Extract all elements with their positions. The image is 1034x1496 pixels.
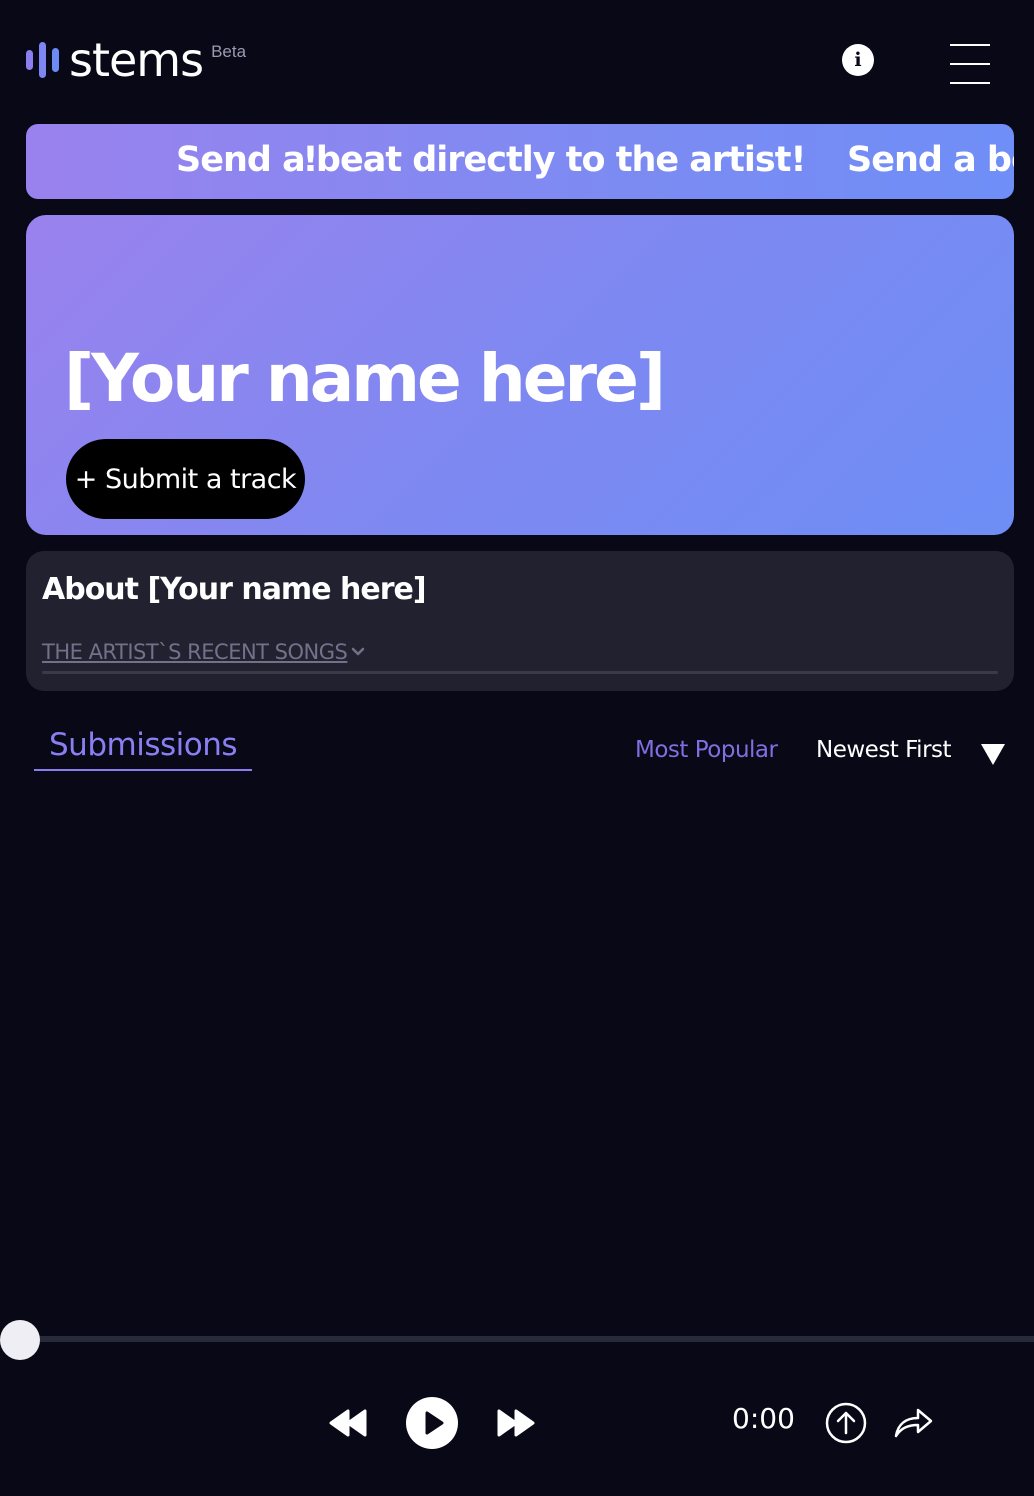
info-icon[interactable]: i (842, 44, 874, 76)
tab-submissions-label: Submissions (49, 727, 238, 763)
playback-time: 0:00 (732, 1402, 795, 1435)
banner-message: Send a beat directly to the artist! (176, 140, 806, 180)
logo-bars-icon (26, 36, 59, 84)
artist-hero-card: [Your name here] + Submit a track (26, 215, 1014, 535)
stems-logo[interactable]: stems Beta (26, 36, 246, 84)
divider (42, 671, 998, 674)
play-button[interactable] (406, 1397, 458, 1449)
recent-songs-label: THE ARTIST`S RECENT SONGS (42, 640, 348, 664)
beta-label: Beta (211, 42, 247, 61)
share-icon[interactable] (892, 1404, 934, 1440)
marquee-banner: Send a beat directly to the artist! Send… (26, 124, 1014, 199)
submit-track-button[interactable]: + Submit a track (66, 439, 305, 519)
about-section: About [Your name here] THE ARTIST`S RECE… (26, 551, 1014, 691)
sort-most-popular[interactable]: Most Popular (635, 737, 778, 763)
banner-message-repeat: Send a be (847, 140, 1014, 180)
sort-newest-first[interactable]: Newest First (816, 737, 952, 763)
rewind-icon[interactable] (328, 1408, 368, 1438)
chevron-down-icon (352, 647, 365, 656)
recent-songs-toggle[interactable]: THE ARTIST`S RECENT SONGS (42, 640, 365, 664)
active-tab-underline (34, 769, 252, 771)
triangle-down-icon[interactable] (980, 742, 1006, 766)
logo-text: stems (69, 33, 204, 87)
playback-progress-track[interactable] (20, 1336, 1034, 1342)
upload-icon[interactable] (825, 1402, 867, 1444)
fast-forward-icon[interactable] (496, 1408, 536, 1438)
about-title: About [Your name here] (42, 572, 427, 607)
play-icon (425, 1411, 444, 1435)
hamburger-menu-icon[interactable] (950, 44, 990, 84)
artist-name: [Your name here] (64, 340, 666, 417)
header: stems Beta i (0, 0, 1034, 118)
tab-submissions[interactable]: Submissions (34, 725, 252, 771)
playback-progress-knob[interactable] (0, 1320, 40, 1360)
